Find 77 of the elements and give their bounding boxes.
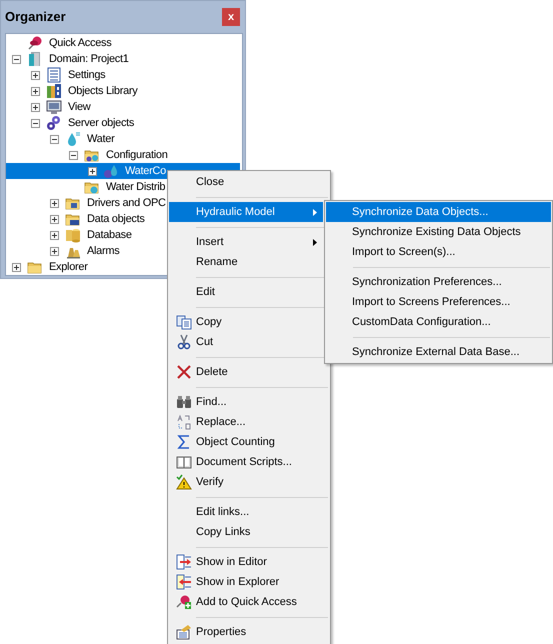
menu-item[interactable]: Find... (169, 392, 323, 412)
tree-item[interactable]: Water (87, 131, 114, 147)
sigma-icon (176, 434, 192, 450)
library-icon (46, 83, 62, 99)
scissors-icon (176, 334, 192, 350)
menu-item[interactable]: Import to Screens Preferences... (326, 292, 551, 312)
menu-item[interactable]: Copy Links (169, 522, 323, 542)
menu-item[interactable]: Close (169, 172, 323, 192)
explorer-arrow-icon (176, 574, 192, 590)
expand-icon[interactable] (31, 102, 40, 112)
expand-icon[interactable] (31, 70, 40, 80)
collapse-icon[interactable] (50, 134, 59, 144)
tree-item[interactable]: WaterCo (125, 163, 166, 179)
tree-item[interactable]: Drivers and OPC (87, 195, 166, 211)
menu-item[interactable]: Insert (169, 232, 323, 252)
menu-item[interactable]: Add to Quick Access (169, 592, 323, 612)
gears-icon (46, 115, 62, 131)
tree-item[interactable]: Configuration (106, 147, 168, 163)
menu-item[interactable]: Synchronize Data Objects... (326, 202, 551, 222)
tree-item[interactable]: View (68, 99, 90, 115)
tree-item[interactable]: Quick Access (49, 35, 112, 51)
expand-icon[interactable] (12, 262, 21, 272)
warning-check-icon (176, 474, 192, 490)
tree-item[interactable]: Water Distrib (106, 179, 166, 195)
expand-icon[interactable] (88, 166, 97, 176)
monitor-icon (46, 99, 62, 115)
menu-item[interactable]: Hydraulic Model (169, 202, 323, 222)
binoculars-icon (176, 394, 192, 410)
expand-icon[interactable] (50, 198, 59, 208)
expand-icon[interactable] (50, 214, 59, 224)
menu-item[interactable]: Replace... (169, 412, 323, 432)
menu-item[interactable]: Show in Explorer (169, 572, 323, 592)
menu-item[interactable]: Show in Editor (169, 552, 323, 572)
tree-item[interactable]: Objects Library (68, 83, 138, 99)
panel-title: Organizer (5, 8, 66, 26)
collapse-icon[interactable] (31, 118, 40, 128)
database-icon (65, 227, 81, 243)
tree-item[interactable]: Data objects (87, 211, 145, 227)
menu-item[interactable]: Delete (169, 362, 323, 382)
tree-item[interactable]: Server objects (68, 115, 134, 131)
properties-icon (176, 624, 192, 640)
expand-icon[interactable] (31, 86, 40, 96)
expand-icon[interactable] (50, 246, 59, 256)
menu-item[interactable]: Document Scripts... (169, 452, 323, 472)
tree-item[interactable]: Domain: Project1 (49, 51, 129, 67)
pin-add-icon (176, 594, 192, 610)
menu-item[interactable]: Edit links... (169, 502, 323, 522)
book-icon (176, 454, 192, 470)
menu-item[interactable]: Cut (169, 332, 323, 352)
x-mark-icon (176, 364, 192, 380)
menu-item[interactable]: Verify (169, 472, 323, 492)
tree-item[interactable]: Database (87, 227, 132, 243)
menu-item[interactable]: Import to Screen(s)... (326, 242, 551, 262)
replace-icon (176, 414, 192, 430)
menu-item[interactable]: Rename (169, 252, 323, 272)
server-icon (27, 51, 43, 67)
tree-item[interactable]: Settings (68, 67, 106, 83)
menu-item[interactable]: Edit (169, 282, 323, 302)
list-icon (46, 67, 62, 83)
close-button[interactable]: x (222, 8, 240, 26)
menu-item[interactable]: Synchronization Preferences... (326, 272, 551, 292)
menu-item[interactable]: Copy (169, 312, 323, 332)
menu-item[interactable]: Synchronize Existing Data Objects (326, 222, 551, 242)
copy-icon (176, 314, 192, 330)
tree-item[interactable]: Explorer (49, 259, 88, 275)
tree-item[interactable]: Alarms (87, 243, 120, 259)
collapse-icon[interactable] (12, 54, 21, 64)
menu-item[interactable]: Properties (169, 622, 323, 642)
menu-item[interactable]: Object Counting (169, 432, 323, 452)
gear-drop-icon (103, 163, 119, 179)
pin-icon (27, 35, 43, 51)
menu-item[interactable]: Synchronize External Data Base... (326, 342, 551, 362)
water-drop-icon (65, 131, 81, 147)
expand-icon[interactable] (50, 230, 59, 240)
editor-arrow-icon (176, 554, 192, 570)
collapse-icon[interactable] (69, 150, 78, 160)
menu-item[interactable]: CustomData Configuration... (326, 312, 551, 332)
